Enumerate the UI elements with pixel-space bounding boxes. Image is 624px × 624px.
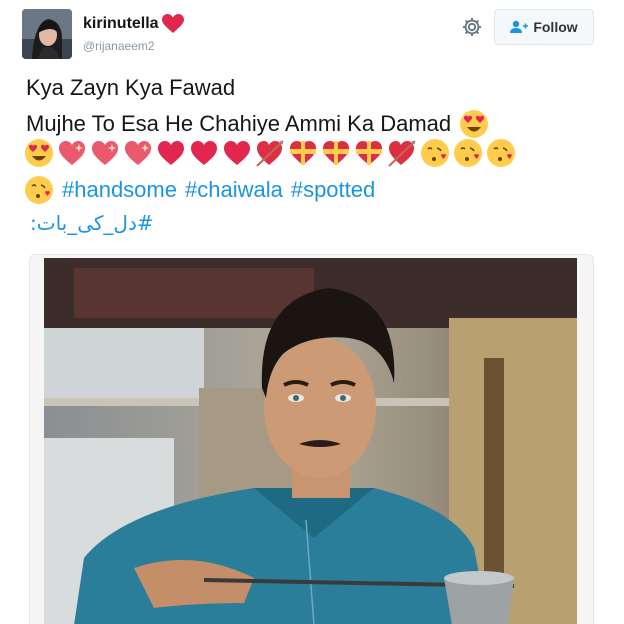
urdu-hashtag-link[interactable]: #دل_کی_بات: [30, 211, 154, 235]
tweet-text-line: Mujhe To Esa He Chahiye Ammi Ka Damad [26, 109, 489, 139]
hashtag-link[interactable]: #handsome [62, 175, 177, 205]
display-name-text: kirinutella [83, 15, 159, 32]
hashtag-link[interactable]: #chaiwala [185, 175, 283, 205]
avatar[interactable] [22, 9, 72, 59]
hashtag-link[interactable]: #spotted [291, 175, 375, 205]
tweet-card: kirinutella @rijanaeem2 Follow Kya Zayn … [0, 0, 624, 624]
gear-icon[interactable] [461, 16, 483, 38]
sparkling-heart-icon [90, 138, 120, 168]
heart-with-ribbon-icon [288, 138, 318, 168]
heart-with-arrow-icon [387, 138, 417, 168]
heart-eyes-emoji-icon [24, 138, 54, 168]
tweet-photo[interactable] [44, 258, 577, 624]
heart-with-arrow-icon [255, 138, 285, 168]
heart-icon [189, 138, 219, 168]
follow-label: Follow [533, 19, 578, 35]
add-user-icon [510, 20, 529, 33]
face-blowing-kiss-icon [420, 138, 450, 168]
user-handle[interactable]: @rijanaeem2 [83, 39, 155, 53]
follow-button[interactable]: Follow [494, 9, 594, 45]
media-card [29, 254, 594, 624]
heart-eyes-emoji-icon [459, 109, 489, 139]
face-blowing-kiss-icon [24, 175, 54, 205]
sparkling-heart-icon [123, 138, 153, 168]
heart-icon [156, 138, 186, 168]
tweet-text-line-text: Mujhe To Esa He Chahiye Ammi Ka Damad [26, 111, 452, 136]
display-name[interactable]: kirinutella [83, 14, 184, 34]
heart-icon [161, 14, 184, 33]
heart-icon [222, 138, 252, 168]
emoji-row [24, 138, 516, 168]
tweet-text-line: Kya Zayn Kya Fawad [26, 75, 236, 100]
sparkling-heart-icon [57, 138, 87, 168]
face-blowing-kiss-icon [486, 138, 516, 168]
heart-with-ribbon-icon [354, 138, 384, 168]
hashtag-row: #handsome #chaiwala #spotted [24, 175, 375, 205]
heart-with-ribbon-icon [321, 138, 351, 168]
face-blowing-kiss-icon [453, 138, 483, 168]
